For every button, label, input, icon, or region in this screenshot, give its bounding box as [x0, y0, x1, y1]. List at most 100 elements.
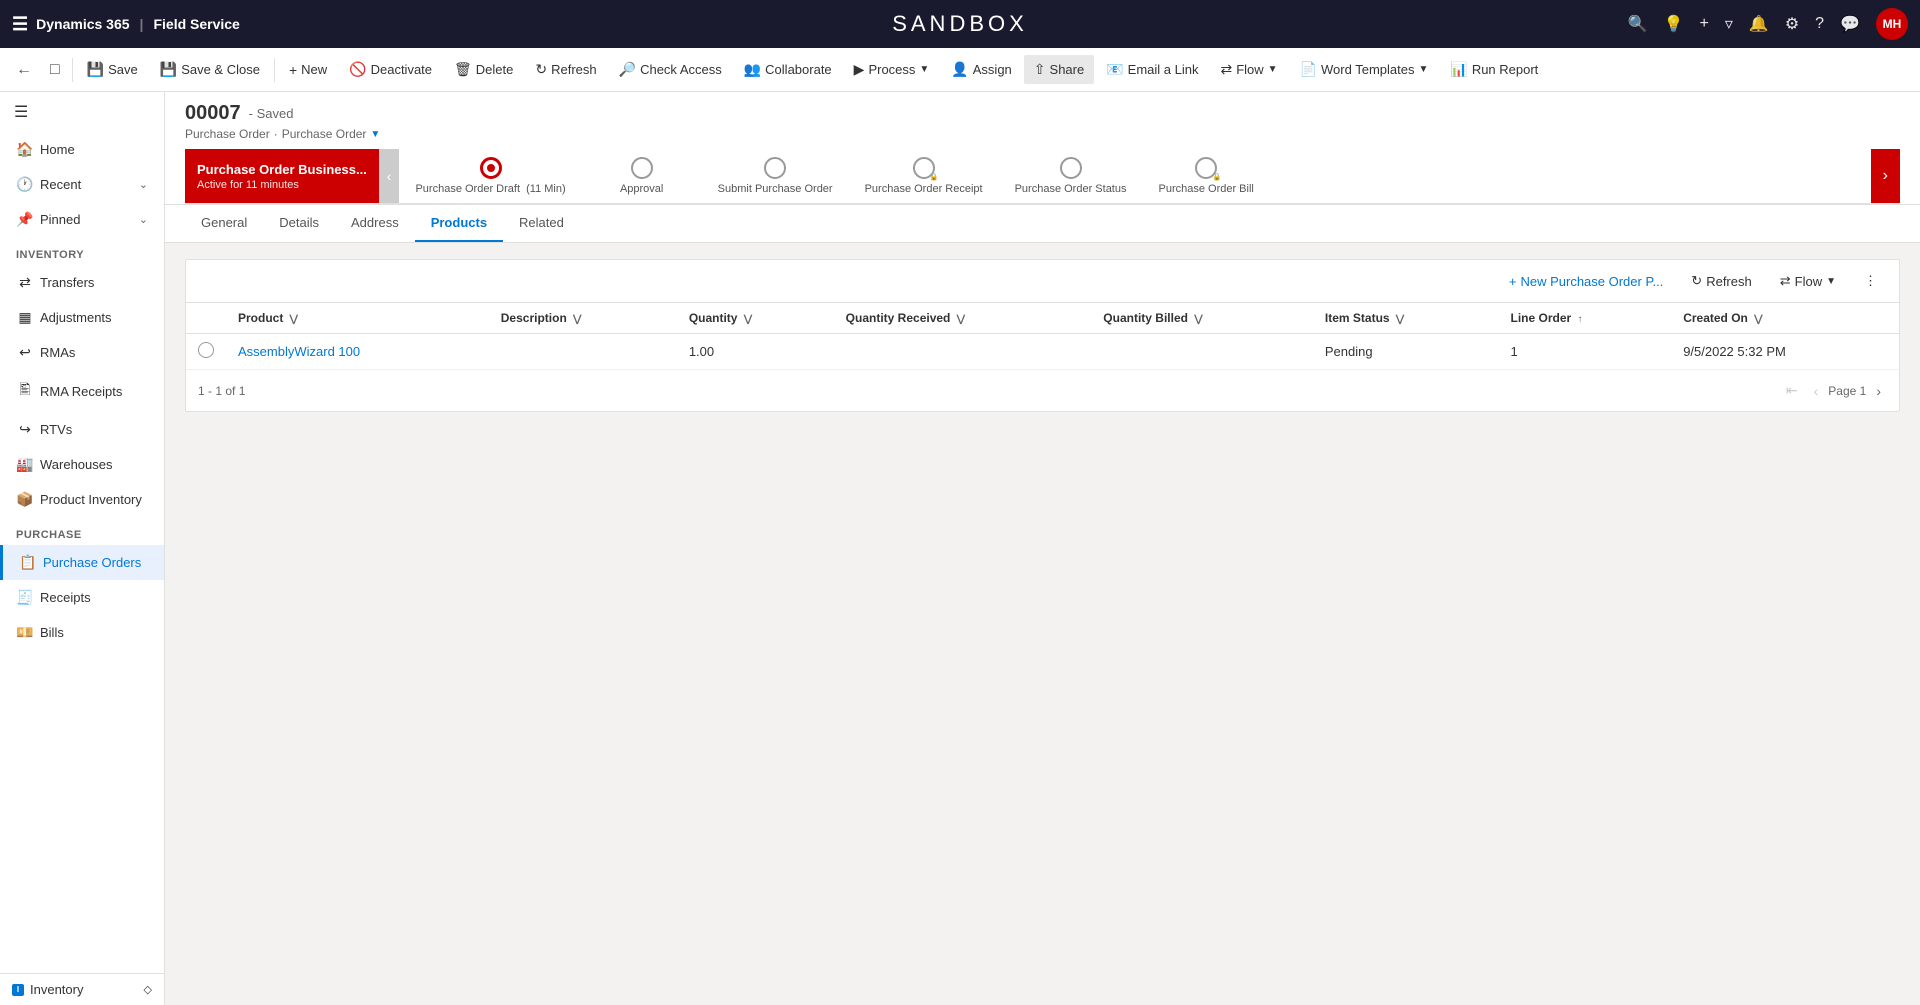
main-layout: ☰ 🏠 Home 🕐 Recent ⌄ 📌 Pinned ⌄ Inventory…	[0, 92, 1920, 1005]
product-link[interactable]: AssemblyWizard 100	[238, 344, 360, 359]
col-item-status-header[interactable]: Item Status ⋁	[1313, 303, 1499, 334]
check-access-button[interactable]: 🔎 Check Access	[609, 55, 732, 84]
bell-icon[interactable]: 🔔	[1749, 14, 1769, 34]
col-product-header[interactable]: Product ⋁	[226, 303, 489, 334]
chat-icon[interactable]: 💬	[1840, 14, 1860, 34]
breadcrumb-chevron-icon[interactable]: ▼	[370, 129, 380, 140]
process-stage-2[interactable]: Submit Purchase Order	[702, 149, 849, 203]
active-stage[interactable]: Purchase Order Business... Active for 11…	[185, 149, 379, 203]
user-avatar[interactable]: MH	[1876, 8, 1908, 40]
sidebar-item-recent[interactable]: 🕐 Recent ⌄	[0, 167, 164, 202]
flow-button[interactable]: ⇄ Flow ▼	[1210, 55, 1287, 84]
col-qty-received-header[interactable]: Quantity Received ⋁	[834, 303, 1092, 334]
subgrid-refresh-button[interactable]: ↻ Refresh	[1681, 268, 1761, 294]
new-purchase-order-product-button[interactable]: + New Purchase Order P...	[1499, 269, 1673, 294]
save-close-icon: 💾	[160, 61, 177, 78]
forward-button[interactable]: ​​□	[42, 55, 68, 85]
settings-icon[interactable]: ⚙	[1785, 14, 1799, 34]
sidebar-item-adjustments[interactable]: ▦ Adjustments	[0, 300, 164, 335]
first-page-button[interactable]: ⇤	[1780, 378, 1804, 403]
sidebar-toggle[interactable]: ☰	[0, 92, 164, 132]
row-item-status: Pending	[1313, 334, 1499, 370]
col-check-header[interactable]	[186, 303, 226, 334]
subgrid-flow-button[interactable]: ⇄ Flow ▼	[1770, 268, 1846, 294]
tab-products[interactable]: Products	[415, 205, 503, 242]
delete-button[interactable]: 🗑 Delete	[444, 55, 523, 84]
col-quantity-header[interactable]: Quantity ⋁	[677, 303, 834, 334]
col-line-order-header[interactable]: Line Order ↑	[1499, 303, 1672, 334]
col-qty-billed-header[interactable]: Quantity Billed ⋁	[1091, 303, 1313, 334]
rma-receipts-icon: 🖺	[16, 379, 34, 403]
prev-page-button[interactable]: ‹	[1808, 379, 1825, 403]
sidebar-item-product-inventory[interactable]: 📦 Product Inventory	[0, 482, 164, 517]
sidebar-item-rtvs[interactable]: ↪ RTVs	[0, 412, 164, 447]
more-icon: ⋮	[1864, 273, 1877, 289]
save-close-button[interactable]: 💾 Save & Close	[150, 55, 270, 84]
process-chevron-icon: ▼	[919, 64, 929, 75]
breadcrumb-link-2[interactable]: Purchase Order	[282, 127, 367, 141]
word-templates-button[interactable]: 📄 Word Templates ▼	[1290, 55, 1439, 84]
sidebar-bottom[interactable]: I Inventory ◇	[0, 973, 164, 1005]
process-stage-3[interactable]: 🔒 Purchase Order Receipt	[849, 149, 999, 203]
products-subgrid: + New Purchase Order P... ↻ Refresh ⇄ Fl…	[185, 259, 1900, 412]
breadcrumb-link-1[interactable]: Purchase Order	[185, 127, 270, 141]
lightbulb-icon[interactable]: 💡	[1664, 14, 1684, 34]
check-access-icon: 🔎	[619, 61, 636, 78]
share-button[interactable]: ⇧ Share	[1024, 55, 1094, 84]
process-stage-0[interactable]: Purchase Order Draft (11 Min)	[399, 149, 581, 203]
collaborate-button[interactable]: 👥 Collaborate	[734, 55, 842, 84]
process-stage-1[interactable]: Approval	[582, 149, 702, 203]
save-button[interactable]: 💾 Save	[77, 55, 148, 84]
sidebar-item-purchase-orders[interactable]: 📋 Purchase Orders	[0, 545, 164, 580]
run-report-button[interactable]: 📊 Run Report	[1440, 55, 1548, 84]
tab-related[interactable]: Related	[503, 205, 580, 242]
new-button[interactable]: + New	[279, 56, 337, 84]
sidebar: ☰ 🏠 Home 🕐 Recent ⌄ 📌 Pinned ⌄ Inventory…	[0, 92, 165, 1005]
tab-general[interactable]: General	[185, 205, 263, 242]
app-logo[interactable]: ☰ Dynamics 365 | Field Service	[12, 14, 240, 35]
breadcrumb-separator: ·	[274, 127, 278, 141]
row-checkbox[interactable]	[186, 334, 226, 370]
refresh-button[interactable]: ↻ Refresh	[525, 55, 606, 84]
sidebar-item-receipts[interactable]: 🧾 Receipts	[0, 580, 164, 615]
back-button[interactable]: ←	[8, 55, 40, 85]
add-icon[interactable]: +	[1700, 15, 1709, 33]
adjustments-icon: ▦	[16, 309, 34, 326]
help-icon[interactable]: ?	[1815, 15, 1824, 33]
process-stage-5[interactable]: 🔒 Purchase Order Bill	[1142, 149, 1269, 203]
subgrid-more-button[interactable]: ⋮	[1854, 268, 1887, 294]
sidebar-item-rmas[interactable]: ↩ RMAs	[0, 335, 164, 370]
tab-details[interactable]: Details	[263, 205, 335, 242]
deactivate-button[interactable]: 🚫 Deactivate	[339, 55, 442, 84]
created-on-sort-icon: ⋁	[1754, 314, 1762, 325]
record-tabs: General Details Address Products Related	[165, 205, 1920, 243]
email-link-button[interactable]: 📧 Email a Link	[1096, 55, 1208, 84]
sidebar-item-home[interactable]: 🏠 Home	[0, 132, 164, 167]
process-next-button[interactable]: ›	[1871, 149, 1900, 203]
next-page-button[interactable]: ›	[1870, 379, 1887, 403]
search-icon[interactable]: 🔍	[1628, 14, 1648, 34]
sidebar-item-label: Purchase Orders	[43, 555, 141, 570]
email-icon: 📧	[1106, 61, 1123, 78]
process-stage-4[interactable]: Purchase Order Status	[999, 149, 1143, 203]
sidebar-item-pinned[interactable]: 📌 Pinned ⌄	[0, 202, 164, 237]
stage-label-1: Approval	[620, 183, 663, 195]
stage-label-0: Purchase Order Draft (11 Min)	[415, 183, 565, 195]
sidebar-item-label: RTVs	[40, 422, 72, 437]
products-table: Product ⋁ Description ⋁ Quantity ⋁ Quant…	[186, 303, 1899, 370]
sidebar-item-warehouses[interactable]: 🏭 Warehouses	[0, 447, 164, 482]
sidebar-item-transfers[interactable]: ⇄ Transfers	[0, 265, 164, 300]
tab-address[interactable]: Address	[335, 205, 415, 242]
stage-circle-5: 🔒	[1195, 157, 1217, 179]
sidebar-item-bills[interactable]: 💴 Bills	[0, 615, 164, 650]
col-description-header[interactable]: Description ⋁	[489, 303, 677, 334]
sidebar-item-rma-receipts[interactable]: 🖺 RMA Receipts	[0, 370, 164, 412]
pinned-icon: 📌	[16, 211, 34, 228]
process-button[interactable]: ▶ Process ▼	[844, 55, 940, 84]
main-content: 00007 - Saved Purchase Order · Purchase …	[165, 92, 1920, 1005]
process-back-button[interactable]: ‹	[379, 149, 400, 203]
col-created-on-header[interactable]: Created On ⋁	[1671, 303, 1899, 334]
hamburger-icon[interactable]: ☰	[12, 14, 28, 35]
assign-button[interactable]: 👤 Assign	[941, 55, 1021, 84]
filter-icon[interactable]: ▿	[1725, 14, 1733, 34]
